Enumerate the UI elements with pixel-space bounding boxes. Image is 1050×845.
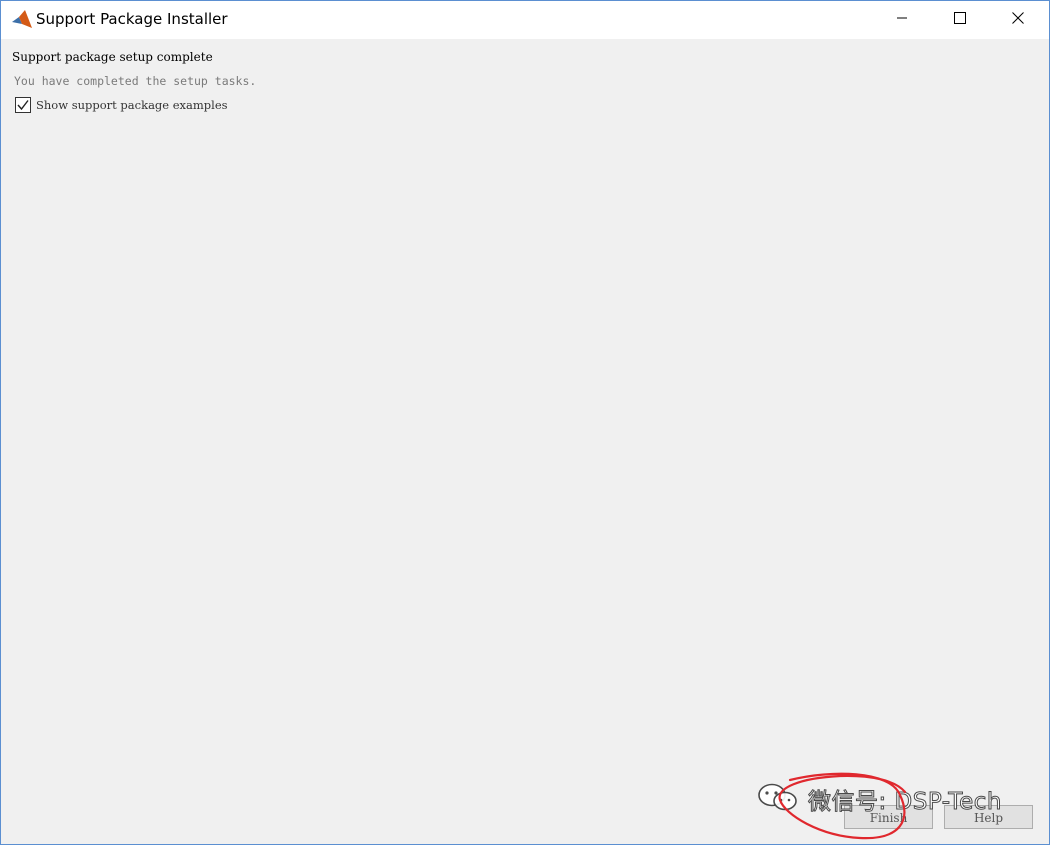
installer-window: Support Package Installer Support packag… bbox=[0, 0, 1050, 845]
content-panel: Support package setup complete You have … bbox=[1, 39, 1049, 844]
minimize-button[interactable] bbox=[873, 1, 931, 39]
close-button[interactable] bbox=[989, 1, 1047, 39]
maximize-icon bbox=[954, 11, 966, 29]
setup-status-text: You have completed the setup tasks. bbox=[14, 74, 257, 88]
page-heading: Support package setup complete bbox=[12, 50, 213, 64]
minimize-icon bbox=[896, 11, 908, 29]
watermark: 微信号: DSP-Tech bbox=[756, 781, 1026, 817]
maximize-button[interactable] bbox=[931, 1, 989, 39]
title-bar[interactable]: Support Package Installer bbox=[1, 1, 1049, 39]
show-examples-checkbox[interactable] bbox=[15, 97, 31, 113]
checkmark-icon bbox=[16, 99, 30, 116]
matlab-logo-icon bbox=[11, 9, 33, 31]
close-icon bbox=[1012, 11, 1024, 29]
wechat-icon bbox=[756, 781, 800, 818]
watermark-text: 微信号: DSP-Tech bbox=[808, 789, 1002, 816]
show-examples-label[interactable]: Show support package examples bbox=[36, 98, 228, 112]
window-title: Support Package Installer bbox=[36, 10, 228, 28]
